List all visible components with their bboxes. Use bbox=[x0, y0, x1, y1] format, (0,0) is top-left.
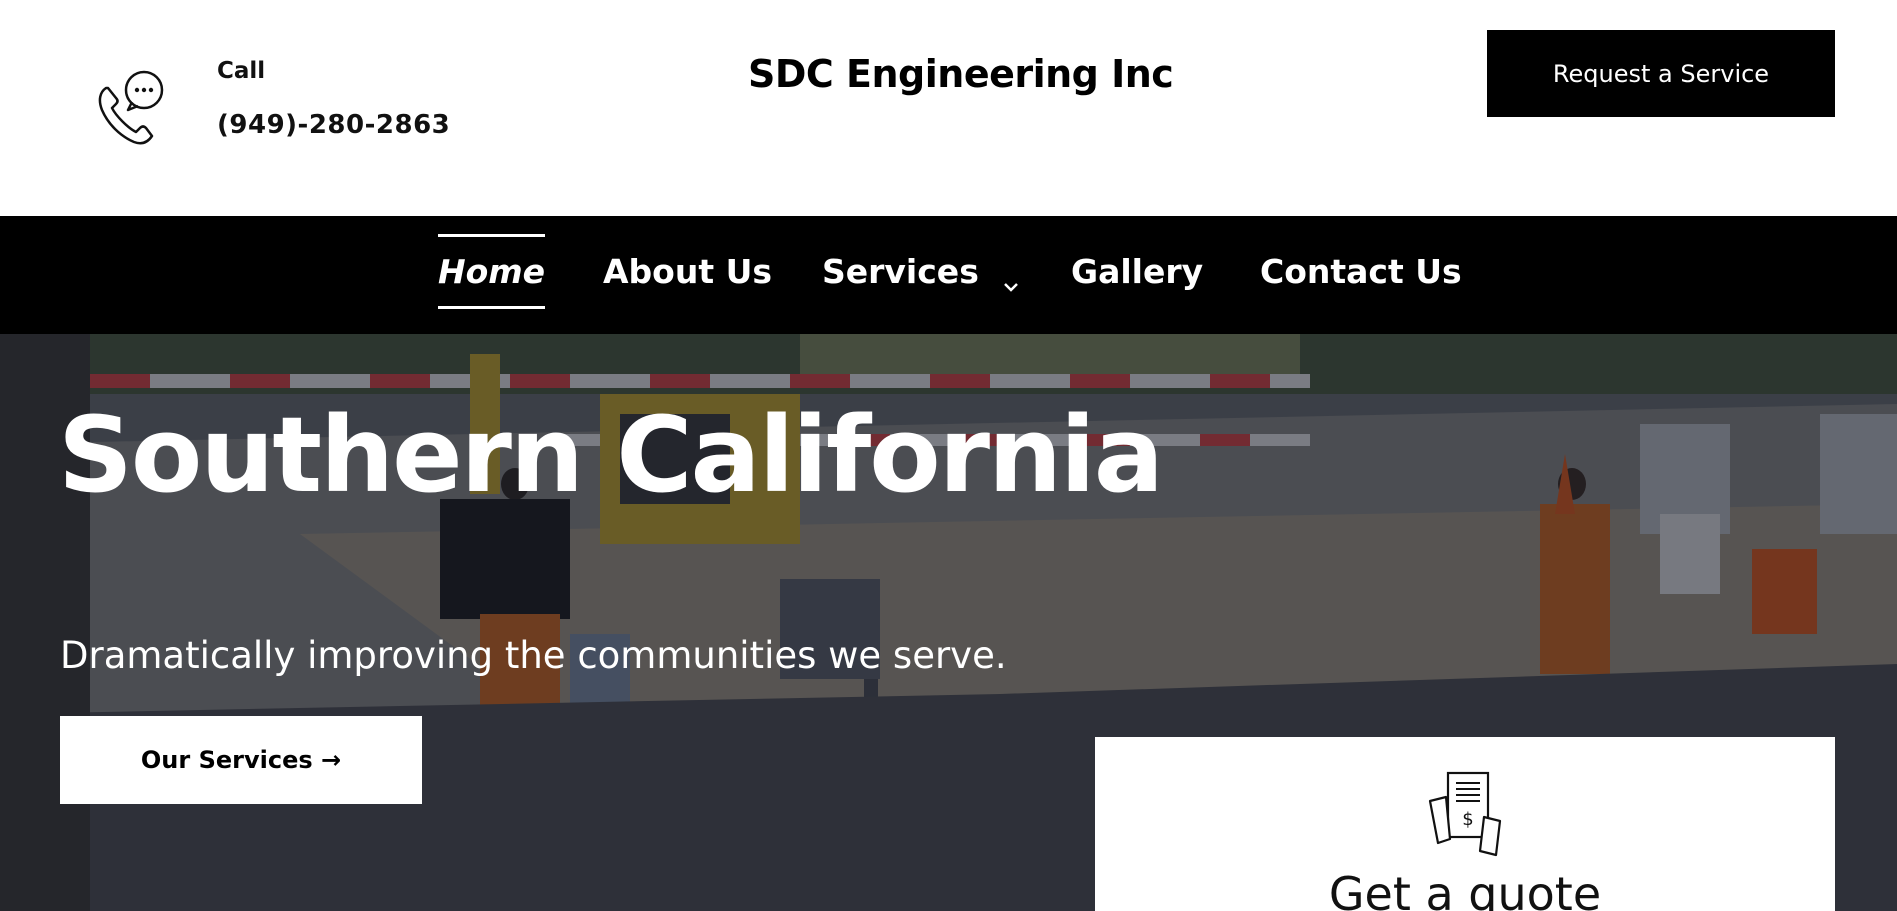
chevron-down-icon bbox=[1004, 263, 1019, 292]
nav-item-label: Gallery bbox=[1071, 252, 1204, 291]
phone-chat-icon bbox=[92, 70, 168, 146]
our-services-button[interactable]: Our Services → bbox=[60, 716, 422, 804]
nav-item-label: Services bbox=[822, 252, 979, 291]
nav-item-services[interactable]: Services bbox=[822, 252, 1019, 292]
nav-item-label: Contact Us bbox=[1260, 252, 1462, 291]
quote-card-title: Get a quote bbox=[1328, 867, 1602, 911]
active-indicator-bottom bbox=[438, 306, 546, 309]
site-header: Call (949)-280-2863 SDC Engineering Inc … bbox=[0, 0, 1897, 216]
main-nav: Home About Us Services Gallery Contact U… bbox=[0, 216, 1897, 334]
site-title[interactable]: SDC Engineering Inc bbox=[748, 52, 1174, 96]
nav-item-label: Home bbox=[438, 252, 546, 291]
svg-text:$: $ bbox=[1462, 809, 1473, 830]
hero-subtitle: Dramatically improving the communities w… bbox=[60, 634, 1007, 677]
nav-item-label: About Us bbox=[603, 252, 773, 291]
quote-card[interactable]: $ Get a quote bbox=[1095, 737, 1835, 911]
call-label: Call bbox=[217, 58, 266, 84]
nav-item-contact-us[interactable]: Contact Us bbox=[1260, 252, 1462, 291]
invoice-dollar-icon: $ bbox=[1420, 769, 1510, 859]
hero-title: Southern California bbox=[58, 394, 1164, 516]
nav-item-about-us[interactable]: About Us bbox=[603, 252, 772, 291]
active-indicator-top bbox=[438, 234, 546, 237]
phone-number-link[interactable]: (949)-280-2863 bbox=[217, 110, 450, 140]
nav-item-home[interactable]: Home bbox=[438, 234, 546, 309]
nav-item-gallery[interactable]: Gallery bbox=[1071, 252, 1203, 291]
request-service-button[interactable]: Request a Service bbox=[1487, 30, 1835, 117]
hero-section: Southern California Dramatically improvi… bbox=[0, 334, 1897, 911]
